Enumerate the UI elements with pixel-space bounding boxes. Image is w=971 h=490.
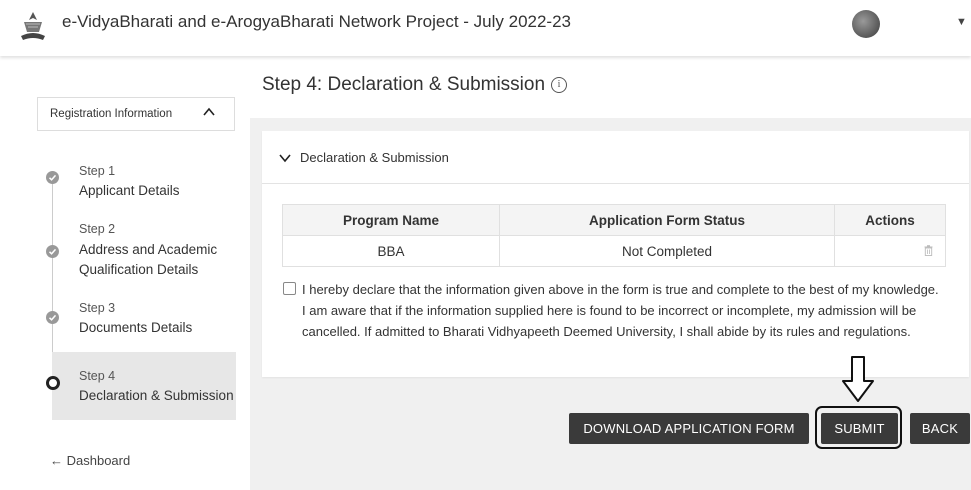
table-header-row: Program Name Application Form Status Act… [282, 204, 946, 236]
submit-highlight-outline [815, 406, 902, 449]
back-arrow-icon: ← [50, 453, 63, 468]
dashboard-link[interactable]: ← Dashboard [50, 453, 130, 468]
user-avatar[interactable] [852, 10, 880, 38]
step-complete-check-icon [46, 171, 59, 184]
download-application-form-button[interactable]: DOWNLOAD APPLICATION FORM [569, 413, 809, 444]
back-button[interactable]: BACK [910, 413, 970, 444]
column-header-program: Program Name [282, 204, 500, 236]
program-table: Program Name Application Form Status Act… [282, 204, 946, 267]
registration-info-toggle[interactable]: Registration Information [37, 97, 235, 131]
step-current-indicator-icon [46, 376, 60, 390]
step-1-name[interactable]: Applicant Details [79, 181, 235, 201]
step-3-name[interactable]: Documents Details [79, 318, 235, 338]
step-complete-check-icon [46, 245, 59, 258]
dashboard-link-label: Dashboard [66, 453, 131, 468]
info-icon[interactable]: i [551, 76, 568, 93]
step-2-number: Step 2 [79, 222, 116, 236]
column-header-status: Application Form Status [499, 204, 835, 236]
chevron-up-icon [203, 107, 215, 116]
university-logo-icon [21, 12, 45, 40]
down-arrow-annotation-icon [842, 356, 874, 402]
declaration-checkbox[interactable] [283, 282, 296, 295]
step-4-number: Step 4 [79, 369, 116, 383]
user-menu-caret-icon[interactable]: ▼ [956, 16, 967, 28]
app-title: e-VidyaBharati and e-ArogyaBharati Netwo… [62, 12, 572, 31]
page-title: Step 4: Declaration & Submission i [262, 74, 568, 96]
page-title-text: Step 4: Declaration & Submission [262, 74, 546, 95]
declaration-text: I hereby declare that the information gi… [302, 282, 939, 339]
top-header: e-VidyaBharati and e-ArogyaBharati Netwo… [0, 0, 971, 56]
registration-info-label: Registration Information [50, 108, 173, 120]
trash-icon[interactable] [924, 244, 933, 256]
step-1-number: Step 1 [79, 164, 116, 178]
column-header-actions: Actions [834, 204, 946, 236]
step-3-number: Step 3 [79, 301, 116, 315]
program-name-cell: BBA [282, 235, 500, 267]
chevron-down-icon [279, 154, 291, 163]
step-2-name[interactable]: Address and Academic Qualification Detai… [79, 240, 229, 280]
step-complete-check-icon [46, 311, 59, 324]
form-status-cell: Not Completed [499, 235, 835, 267]
step-4-name[interactable]: Declaration & Submission [79, 386, 239, 406]
declaration-section-title: Declaration & Submission [300, 150, 449, 165]
declaration-section-header[interactable]: Declaration & Submission [262, 131, 969, 184]
table-row: BBA Not Completed [282, 235, 946, 267]
actions-cell [834, 235, 946, 267]
